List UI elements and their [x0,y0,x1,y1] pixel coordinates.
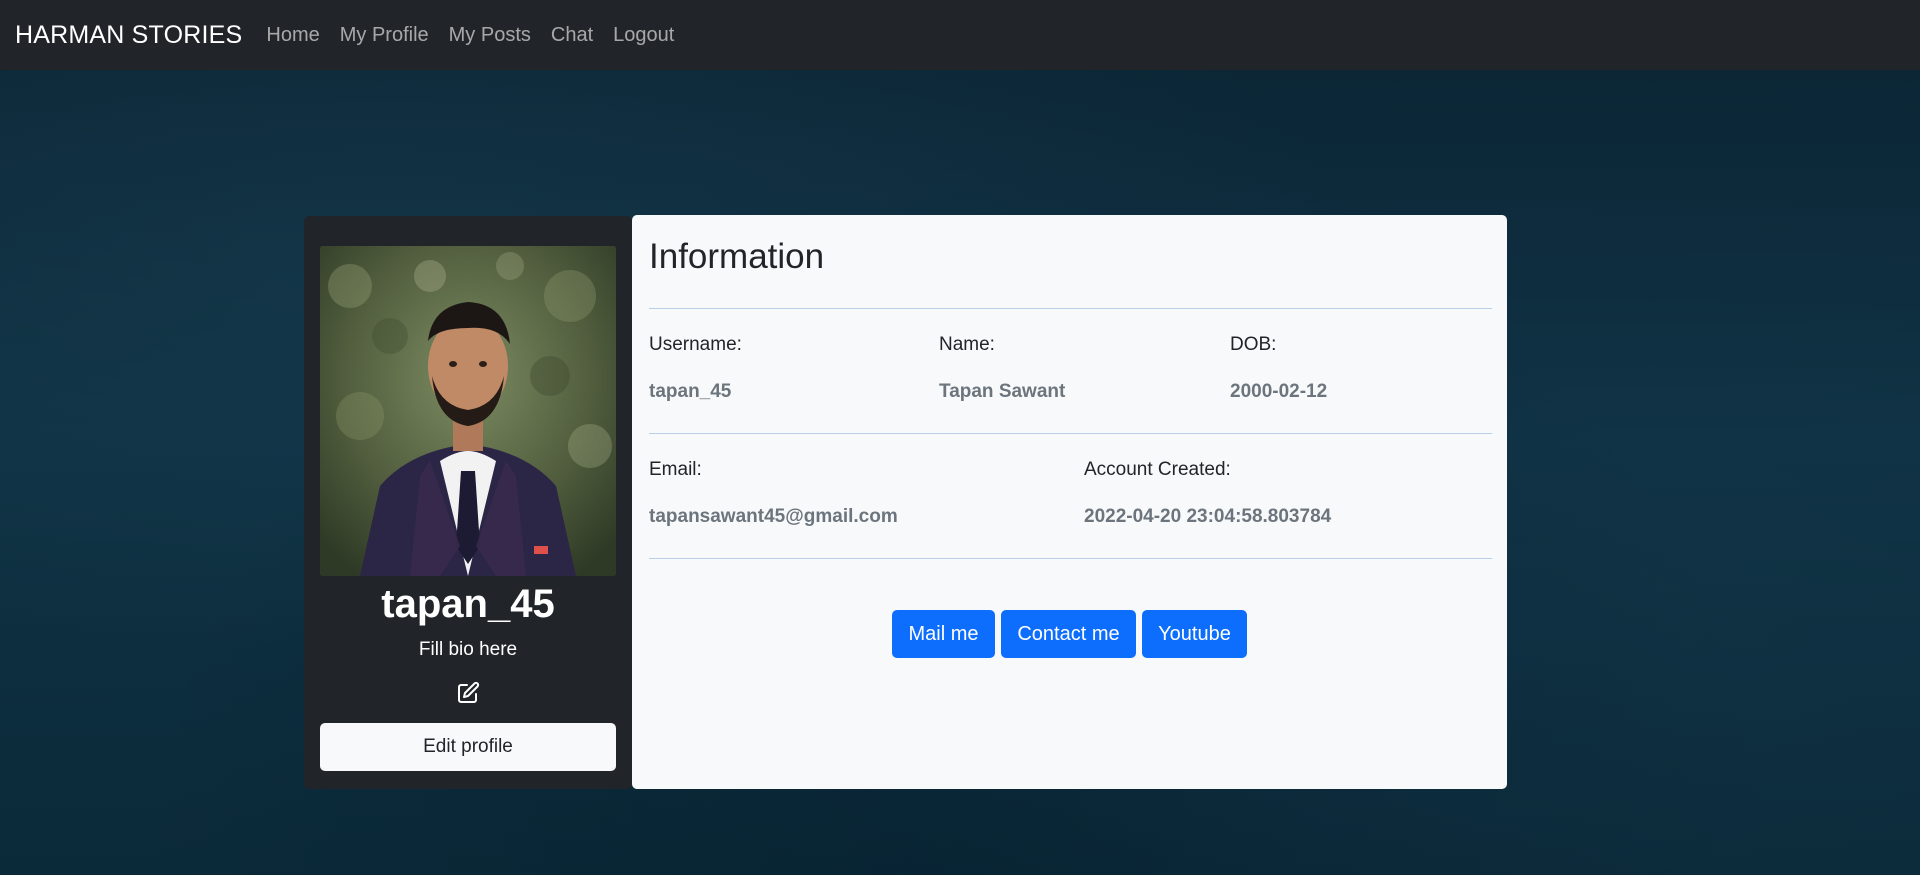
nav-link-logout[interactable]: Logout [613,24,674,47]
dob-label: DOB: [1230,334,1277,355]
edit-profile-button[interactable]: Edit profile [320,723,616,771]
divider [649,433,1492,434]
divider [649,308,1492,309]
account-created-label: Account Created: [1084,459,1231,480]
nav-link-chat[interactable]: Chat [551,24,593,47]
profile-card: tapan_45 Fill bio here Edit profile [304,216,632,789]
email-value: tapansawant45@gmail.com [649,506,898,527]
avatar [320,246,616,576]
top-navbar: HARMAN STORIES Home My Profile My Posts … [0,0,1920,70]
nav-link-my-profile[interactable]: My Profile [340,24,429,47]
contact-me-button[interactable]: Contact me [1001,610,1136,658]
brand-link[interactable]: HARMAN STORIES [15,21,242,50]
youtube-button[interactable]: Youtube [1142,610,1247,658]
name-value: Tapan Sawant [939,381,1066,402]
nav-link-home[interactable]: Home [266,24,319,47]
username-label: Username: [649,334,742,355]
dob-value: 2000-02-12 [1230,381,1328,402]
nav-links: Home My Profile My Posts Chat Logout [266,24,694,47]
profile-photo [320,246,616,576]
profile-bio: Fill bio here [418,639,518,660]
username-value: tapan_45 [649,381,732,402]
email-label: Email: [649,459,702,480]
mail-me-button[interactable]: Mail me [892,610,995,658]
information-panel: Information Username: tapan_45 Name: Tap… [632,215,1507,789]
account-created-value: 2022-04-20 23:04:58.803784 [1084,506,1332,527]
edit-pencil-square-icon[interactable] [456,681,480,705]
name-label: Name: [939,334,995,355]
information-title: Information [649,237,825,276]
divider [649,558,1492,559]
profile-username: tapan_45 [381,582,555,626]
contact-buttons: Mail me Contact me Youtube [632,610,1507,658]
nav-link-my-posts[interactable]: My Posts [449,24,531,47]
